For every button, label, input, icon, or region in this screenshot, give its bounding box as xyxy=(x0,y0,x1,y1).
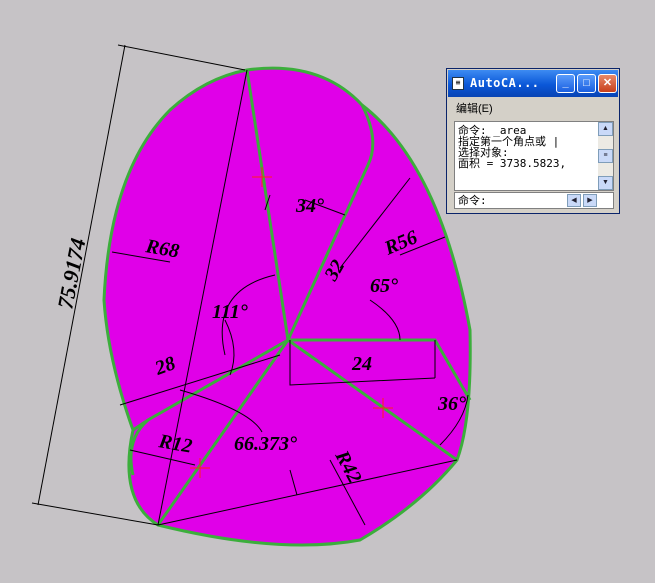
log-line-4: 面积 = 3738.5823, xyxy=(458,157,567,170)
menu-bar: 编辑(E) xyxy=(448,98,618,116)
command-history[interactable]: 命令: _area 指定第一个角点或 | 选择对象: 面积 = 3738.582… xyxy=(454,121,614,191)
command-line[interactable]: 命令: ◀ ▶ xyxy=(454,192,614,209)
dim-overall-text: 75.9174 xyxy=(52,236,90,311)
command-prompt: 命令: xyxy=(458,194,487,207)
scroll-down-button[interactable]: ▼ xyxy=(598,176,613,190)
dim-ang111: 111° xyxy=(212,301,248,323)
dim-len24: 24 xyxy=(351,353,372,375)
minimize-button[interactable]: _ xyxy=(556,74,575,93)
menu-edit[interactable]: 编辑(E) xyxy=(456,100,493,116)
scroll-up-button[interactable]: ▲ xyxy=(598,122,613,136)
scroll-left-button[interactable]: ◀ xyxy=(567,194,581,207)
window-titlebar[interactable]: ≡ AutoCA... _ □ ✕ xyxy=(448,70,618,97)
dim-ang34: 34° xyxy=(295,195,324,217)
window-icon[interactable]: ≡ xyxy=(452,77,464,90)
maximize-button[interactable]: □ xyxy=(577,74,596,93)
scroll-thumb[interactable]: ≡ xyxy=(598,149,613,163)
ext-top xyxy=(117,44,246,71)
close-button[interactable]: ✕ xyxy=(598,74,617,93)
autocad-text-window[interactable]: ≡ AutoCA... _ □ ✕ 编辑(E) 命令: _area 指定第一个角… xyxy=(446,68,620,214)
dim-ang65: 65° xyxy=(370,275,398,297)
shape-fill xyxy=(102,66,472,547)
window-title: AutoCA... xyxy=(470,76,540,90)
dim-ang66: 66.373° xyxy=(234,433,297,455)
dim-ang36: 36° xyxy=(437,393,466,415)
scroll-right-button[interactable]: ▶ xyxy=(583,194,597,207)
vertical-scrollbar[interactable]: ▲ ≡ ▼ xyxy=(598,122,613,190)
